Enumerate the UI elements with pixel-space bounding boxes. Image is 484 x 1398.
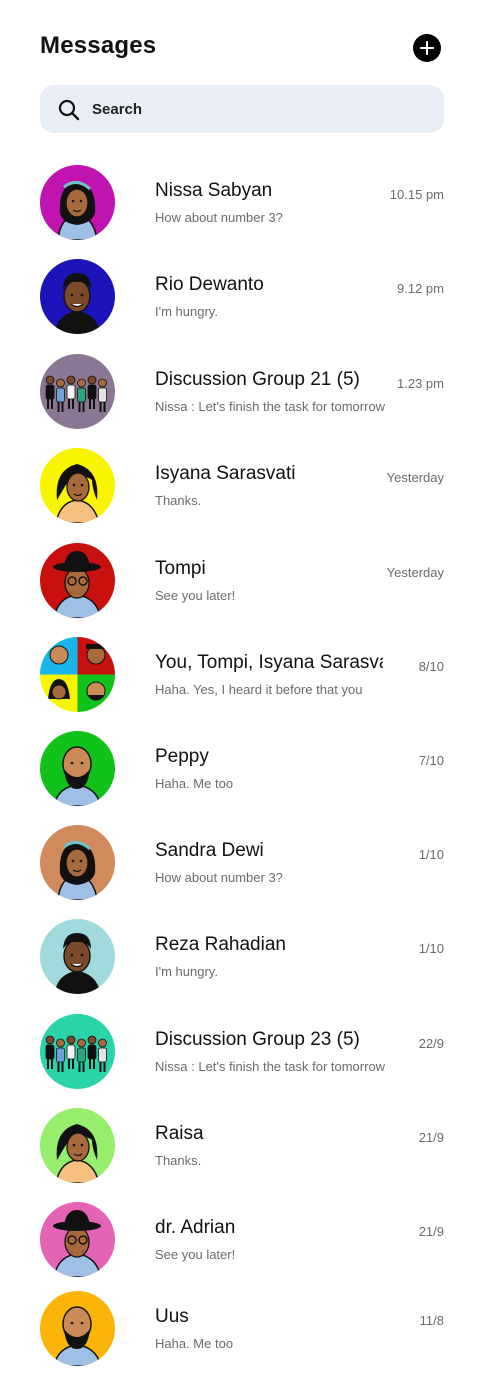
message-preview: Nissa : Let's finish the task for tomorr…	[155, 399, 386, 414]
message-time: 22/9	[418, 1036, 444, 1051]
message-time: 1.23 pm	[397, 376, 444, 391]
message-preview: How about number 3?	[155, 210, 283, 225]
message-preview: Haha. Yes, I heard it before that you	[155, 682, 363, 697]
contact-name: dr. Adrian	[155, 1217, 236, 1238]
message-time: 9.12 pm	[397, 281, 444, 296]
contact-name: Peppy	[155, 746, 209, 767]
message-preview: Thanks.	[155, 1153, 202, 1168]
new-message-button[interactable]	[413, 34, 441, 62]
contact-name: Uus	[155, 1306, 189, 1327]
avatar	[40, 1291, 115, 1366]
avatar	[40, 1202, 115, 1277]
avatar	[40, 637, 115, 712]
message-time: 1/10	[418, 941, 444, 956]
message-time: 7/10	[418, 753, 444, 768]
avatar	[40, 1108, 115, 1183]
message-time: 11/8	[419, 1313, 444, 1328]
avatar	[40, 259, 115, 334]
contact-name: You, Tompi, Isyana Sarasvati	[155, 652, 383, 673]
avatar	[40, 165, 115, 240]
message-preview: I'm hungry.	[155, 304, 218, 319]
conversation-row[interactable]: Isyana Sarasvati Thanks. Yesterday	[0, 438, 484, 532]
conversation-row[interactable]: Sandra Dewi How about number 3? 1/10	[0, 815, 484, 909]
conversation-row[interactable]: Nissa Sabyan How about number 3? 10.15 pm	[0, 155, 484, 249]
avatar	[40, 354, 115, 429]
contact-name: Tompi	[155, 558, 206, 579]
message-preview: Nissa : Let's finish the task for tomorr…	[155, 1059, 386, 1074]
conversation-row[interactable]: Peppy Haha. Me too 7/10	[0, 721, 484, 815]
avatar	[40, 731, 115, 806]
contact-name: Raisa	[155, 1123, 204, 1144]
message-preview: Haha. Me too	[155, 1336, 234, 1351]
avatar	[40, 543, 115, 618]
conversation-row[interactable]: Tompi See you later! Yesterday	[0, 533, 484, 627]
message-preview: Haha. Me too	[155, 776, 234, 791]
message-time: 10.15 pm	[389, 187, 444, 202]
message-time: 21/9	[418, 1130, 444, 1145]
avatar	[40, 919, 115, 994]
conversation-row[interactable]: Rio Dewanto I'm hungry. 9.12 pm	[0, 249, 484, 343]
message-preview: See you later!	[155, 1247, 236, 1262]
message-preview: See you later!	[155, 588, 236, 603]
contact-name: Sandra Dewi	[155, 840, 264, 861]
contact-name: Isyana Sarasvati	[155, 463, 296, 484]
contact-name: Discussion Group 23 (5)	[155, 1029, 360, 1050]
avatar	[40, 1014, 115, 1089]
conversation-row[interactable]: dr. Adrian See you later! 21/9	[0, 1192, 484, 1286]
search-icon	[58, 99, 80, 121]
contact-name: Reza Rahadian	[155, 934, 286, 955]
avatar	[40, 448, 115, 523]
conversation-row[interactable]: Raisa Thanks. 21/9	[0, 1098, 484, 1192]
message-time: 21/9	[418, 1224, 444, 1239]
page-title: Messages	[40, 32, 157, 59]
contact-name: Rio Dewanto	[155, 274, 264, 295]
contact-name: Nissa Sabyan	[155, 180, 273, 201]
message-time: 8/10	[418, 659, 444, 674]
avatar	[40, 825, 115, 900]
message-time: Yesterday	[386, 565, 444, 580]
search-bar[interactable]	[40, 85, 444, 133]
message-preview: Thanks.	[155, 493, 202, 508]
message-time: 1/10	[418, 847, 444, 862]
conversation-row[interactable]: Reza Rahadian I'm hungry. 1/10	[0, 909, 484, 1003]
message-preview: I'm hungry.	[155, 964, 218, 979]
conversation-row[interactable]: Discussion Group 21 (5) Nissa : Let's fin…	[0, 344, 484, 438]
header: Messages	[40, 30, 444, 66]
conversation-row[interactable]: Discussion Group 23 (5) Nissa : Let's fin…	[0, 1004, 484, 1098]
conversation-row[interactable]: You, Tompi, Isyana Sarasvati Haha. Yes, I…	[0, 627, 484, 721]
conversation-row[interactable]: Uus Haha. Me too 11/8	[0, 1281, 484, 1375]
message-preview: How about number 3?	[155, 870, 283, 885]
contact-name: Discussion Group 21 (5)	[155, 369, 360, 390]
search-input[interactable]	[92, 85, 422, 133]
message-time: Yesterday	[386, 470, 444, 485]
